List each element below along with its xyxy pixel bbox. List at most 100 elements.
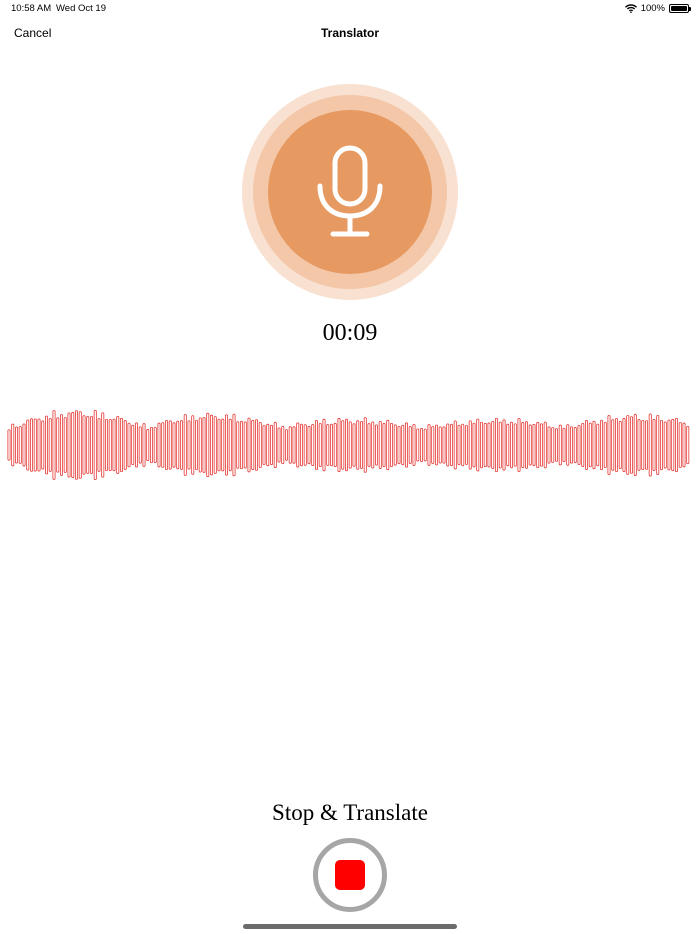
waveform-bar <box>307 425 311 465</box>
waveform-bar <box>142 423 146 467</box>
waveform-bar <box>525 421 529 469</box>
waveform-bar <box>551 427 555 463</box>
waveform-bar <box>389 422 393 468</box>
waveform-bar <box>161 422 165 468</box>
status-indicators: 100% <box>624 3 691 14</box>
waveform-bar <box>224 414 228 476</box>
battery-icon <box>669 4 691 13</box>
waveform-bar <box>588 422 592 468</box>
waveform-bar <box>37 418 41 472</box>
waveform-bar <box>11 423 15 467</box>
waveform-bar <box>63 417 67 473</box>
waveform-bar <box>116 415 120 475</box>
waveform-bar <box>213 416 217 474</box>
waveform-bar <box>18 426 22 464</box>
elapsed-timer: 00:09 <box>322 320 378 346</box>
waveform-bar <box>585 420 589 470</box>
waveform-bar <box>337 417 341 473</box>
waveform-bar <box>251 419 255 471</box>
waveform-bar <box>641 419 645 471</box>
waveform-bar <box>127 422 131 468</box>
waveform-bar <box>333 422 337 468</box>
waveform-bar <box>464 425 468 465</box>
waveform-bar <box>555 428 559 462</box>
waveform-bar <box>105 418 109 472</box>
waveform-bar <box>517 418 521 472</box>
waveform-bar <box>120 417 124 473</box>
waveform-bar <box>562 427 566 463</box>
waveform-bar <box>675 417 679 473</box>
waveform-bar <box>187 420 191 470</box>
waveform-bar <box>491 420 495 470</box>
waveform-bar <box>678 422 682 468</box>
waveform-bar <box>558 424 562 466</box>
waveform-bar <box>41 420 45 470</box>
waveform-bar <box>453 420 457 470</box>
mic-button[interactable] <box>268 110 432 274</box>
waveform-bar <box>652 418 656 472</box>
waveform-bar <box>299 423 303 467</box>
waveform-bar <box>648 413 652 477</box>
waveform-bar <box>592 420 596 470</box>
waveform-bar <box>611 419 615 471</box>
waveform-bar <box>90 415 94 475</box>
waveform-bar <box>60 414 64 476</box>
waveform-bar <box>311 423 315 467</box>
waveform-bar <box>277 427 281 463</box>
waveform-bar <box>682 422 686 468</box>
waveform-bar <box>236 421 240 469</box>
waveform-bar <box>483 422 487 468</box>
waveform-bar <box>607 414 611 476</box>
waveform-bar <box>75 410 79 480</box>
waveform-bar <box>367 423 371 467</box>
waveform-bar <box>232 413 236 477</box>
waveform-bar <box>404 422 408 468</box>
waveform-bar <box>386 419 390 471</box>
waveform-bar <box>660 419 664 471</box>
waveform-bar <box>134 422 138 468</box>
waveform-bar <box>247 417 251 473</box>
waveform-bar <box>273 421 277 469</box>
waveform-bar <box>26 419 30 471</box>
waveform-bar <box>363 417 367 473</box>
waveform-bar <box>573 427 577 463</box>
waveform-bar <box>521 422 525 468</box>
waveform-bar <box>131 424 135 466</box>
status-bar: 10:58 AM Wed Oct 19 100% <box>0 0 700 18</box>
waveform-bar <box>401 424 405 466</box>
waveform-bar <box>423 428 427 462</box>
waveform-bar <box>112 418 116 472</box>
waveform-bar <box>408 425 412 465</box>
waveform-bar <box>221 418 225 472</box>
waveform-bar <box>506 423 510 467</box>
waveform-bar <box>637 419 641 471</box>
waveform-bar <box>570 426 574 464</box>
waveform-bar <box>258 422 262 468</box>
stop-translate-label: Stop & Translate <box>272 800 428 825</box>
waveform-bar <box>600 419 604 471</box>
waveform-bar <box>502 419 506 471</box>
waveform-bar <box>56 417 60 473</box>
waveform-bar <box>656 414 660 476</box>
waveform-bar <box>322 418 326 472</box>
waveform-bar <box>603 421 607 469</box>
waveform-bar <box>33 418 37 472</box>
waveform-bar <box>509 421 513 469</box>
waveform-bar <box>442 426 446 464</box>
stop-translate-button[interactable] <box>313 838 387 912</box>
waveform-bar <box>371 421 375 469</box>
waveform-bar <box>393 424 397 466</box>
waveform-bar <box>191 415 195 475</box>
waveform-bar <box>498 421 502 469</box>
cancel-button[interactable]: Cancel <box>14 26 51 40</box>
waveform-bar <box>540 423 544 467</box>
home-indicator <box>243 924 457 929</box>
waveform-bar <box>168 420 172 470</box>
waveform-bar <box>378 420 382 470</box>
waveform-bar <box>176 420 180 470</box>
waveform-bar <box>101 412 105 478</box>
waveform-bar <box>427 424 431 466</box>
microphone-icon <box>317 145 383 237</box>
waveform-bar <box>172 422 176 468</box>
waveform-bar <box>149 426 153 464</box>
